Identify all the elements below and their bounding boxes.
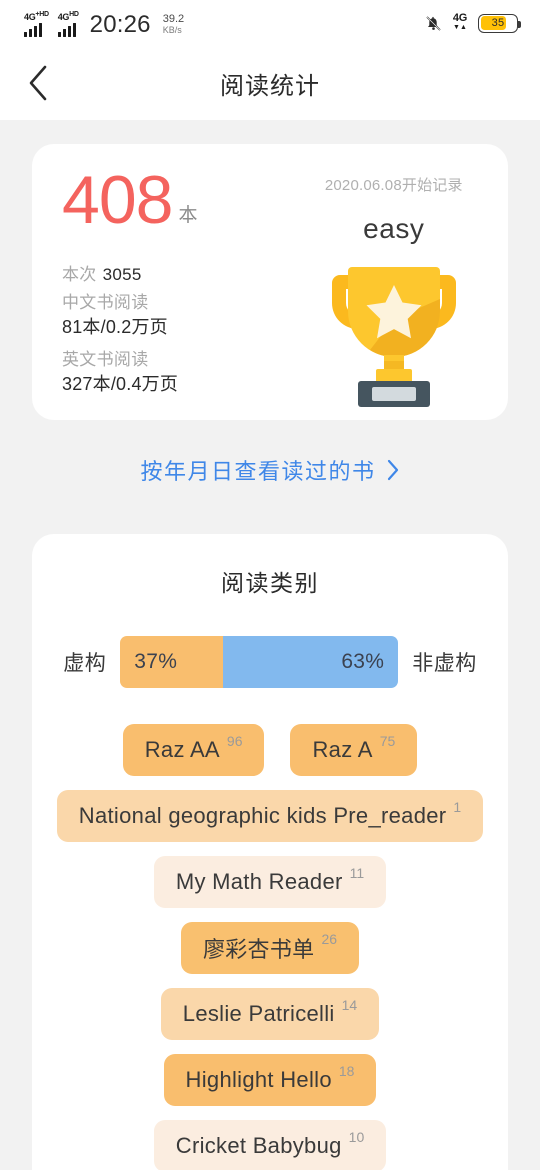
series-tag-count: 75 — [379, 733, 396, 749]
signal-bars-sim1 — [24, 22, 42, 37]
english-reading-row: 英文书阅读 327本/0.4万页 — [62, 345, 280, 396]
series-tag-label: My Math Reader — [175, 869, 343, 894]
ratio-bar-nonfiction: 63% — [223, 636, 399, 688]
series-tag-count: 10 — [348, 1129, 365, 1145]
series-tag-label: Cricket Babybug — [175, 1133, 342, 1158]
view-by-date-label: 按年月日查看读过的书 — [140, 459, 376, 484]
current-session-label: 本次 — [62, 265, 97, 284]
series-tag-count: 14 — [341, 997, 358, 1013]
since-date-text: 2020.06.08开始记录 — [324, 177, 463, 194]
signal-bars-sim2 — [57, 22, 76, 37]
total-books-count: 408 — [62, 162, 173, 238]
series-tag[interactable]: Cricket Babybug 10 — [153, 1120, 387, 1170]
series-tag-label: Raz AA — [144, 737, 220, 762]
total-books-unit: 本 — [178, 205, 198, 226]
stat-lines: 本次 3055 中文书阅读 81本/0.2万页 英文书阅读 327本/0.4万页 — [62, 260, 280, 396]
series-tag-count: 1 — [453, 799, 462, 815]
series-tag-count: 26 — [321, 931, 338, 947]
chinese-reading-value: 81本/0.2万页 — [62, 317, 168, 337]
trophy-icon — [324, 257, 464, 412]
fiction-percent: 37% — [134, 650, 178, 673]
series-tag-label: National geographic kids Pre_reader — [78, 803, 447, 828]
ratio-bar: 37% 63% — [120, 636, 399, 688]
status-bar-left: 4G+HD 4GHD 20:26 39.2 KB/s — [24, 10, 184, 37]
series-tag-row: Raz AA 96 Raz A 75 — [122, 724, 418, 776]
network-type-icon: 4G ▼▲ — [452, 12, 467, 32]
series-tag[interactable]: 廖彩杏书单 26 — [180, 922, 360, 974]
bell-off-icon — [425, 15, 442, 32]
view-by-date-link[interactable]: 按年月日查看读过的书 — [0, 454, 540, 486]
signal-indicator-sim1: 4G+HD — [24, 10, 49, 37]
chevron-left-icon — [26, 64, 50, 102]
series-tag-count: 11 — [349, 865, 365, 881]
page-title: 阅读统计 — [220, 72, 320, 100]
summary-stats: 408 本 本次 3055 中文书阅读 81本/0.2万页 英文书阅读 327本/… — [32, 162, 280, 398]
nonfiction-percent: 63% — [341, 650, 385, 673]
series-tag[interactable]: My Math Reader 11 — [153, 856, 387, 908]
series-tag[interactable]: National geographic kids Pre_reader 1 — [56, 790, 484, 842]
network-speed-value: 39.2 — [162, 12, 185, 25]
series-tag[interactable]: Raz AA 96 — [122, 724, 265, 776]
status-clock: 20:26 — [89, 10, 151, 38]
nav-bar: 阅读统计 — [0, 46, 540, 120]
series-tag-list: Raz AA 96 Raz A 75 National geographic kids … — [32, 724, 508, 1170]
status-bar: 4G+HD 4GHD 20:26 39.2 KB/s 4G ▼▲ 35 — [0, 0, 540, 46]
total-books-row: 408 本 — [62, 162, 280, 238]
battery-level-text: 35 — [491, 17, 505, 29]
series-tag[interactable]: Highlight Hello 18 — [163, 1054, 377, 1106]
fiction-label: 虚构 — [63, 652, 107, 675]
fiction-ratio-chart: 虚构 37% 63% 非虚构 — [32, 636, 508, 688]
chinese-reading-row: 中文书阅读 81本/0.2万页 — [62, 288, 280, 339]
back-button[interactable] — [14, 59, 62, 107]
page-content: 408 本 本次 3055 中文书阅读 81本/0.2万页 英文书阅读 327本/… — [0, 144, 540, 1170]
english-reading-label: 英文书阅读 — [62, 350, 149, 369]
nonfiction-label: 非虚构 — [412, 652, 477, 675]
series-tag-label: Leslie Patricelli — [182, 1001, 335, 1026]
series-tag[interactable]: Raz A 75 — [290, 724, 418, 776]
network-speed-unit: KB/s — [162, 24, 182, 35]
current-session-row: 本次 3055 — [62, 260, 280, 285]
signal-sim1-label: 4G+HD — [24, 10, 49, 22]
series-tag-label: Raz A — [312, 737, 373, 762]
reading-category-card: 阅读类别 虚构 37% 63% 非虚构 Raz AA 96 Raz A 75 Natio… — [32, 534, 508, 1170]
level-label: easy — [363, 213, 425, 244]
current-session-value: 3055 — [102, 265, 142, 284]
series-tag-count: 18 — [338, 1063, 355, 1079]
battery-indicator: 35 — [478, 13, 521, 33]
chinese-reading-label: 中文书阅读 — [62, 293, 149, 312]
series-tag-label: Highlight Hello — [185, 1067, 332, 1092]
chevron-right-icon — [386, 458, 400, 482]
signal-sim2-label: 4GHD — [57, 10, 79, 22]
signal-indicator-sim2: 4GHD — [57, 10, 79, 37]
series-tag-label: 廖彩杏书单 — [202, 937, 315, 962]
series-tag[interactable]: Leslie Patricelli 14 — [160, 988, 380, 1040]
series-tag-count: 96 — [226, 733, 243, 749]
english-reading-value: 327本/0.4万页 — [62, 374, 179, 394]
ratio-bar-fiction: 37% — [120, 636, 224, 688]
network-speed: 39.2 KB/s — [162, 12, 185, 37]
phone-screen: 4G+HD 4GHD 20:26 39.2 KB/s 4G ▼▲ 35 阅读统计… — [0, 0, 540, 1170]
status-bar-right: 4G ▼▲ 35 — [425, 12, 521, 33]
category-title: 阅读类别 — [221, 570, 319, 596]
summary-badge: 2020.06.08开始记录 easy — [280, 170, 508, 407]
summary-card: 408 本 本次 3055 中文书阅读 81本/0.2万页 英文书阅读 327本/… — [32, 144, 508, 420]
